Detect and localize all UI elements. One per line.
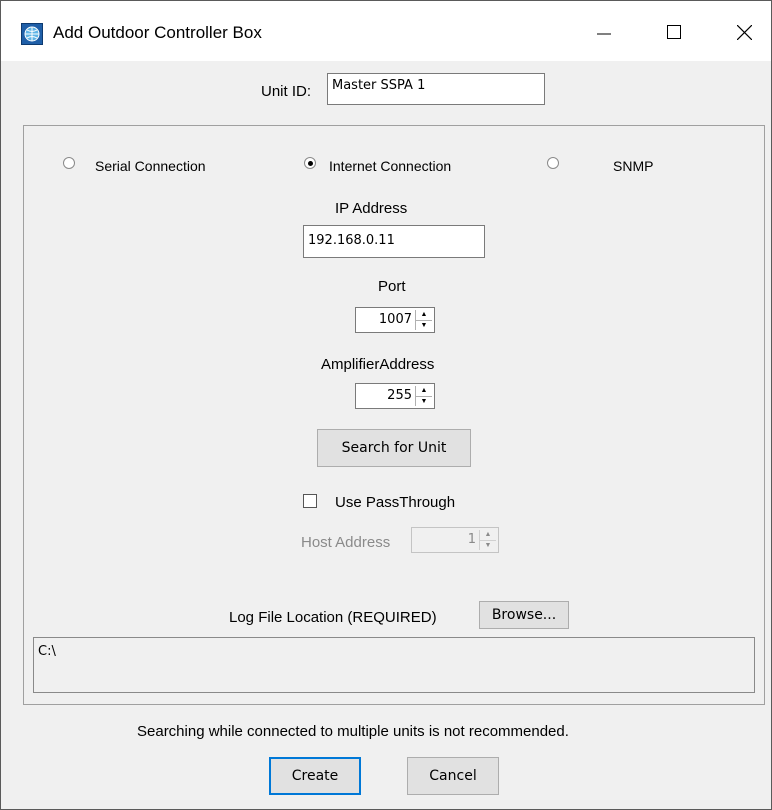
log-file-path-field[interactable]: C:\ bbox=[33, 637, 755, 693]
close-button[interactable] bbox=[721, 13, 767, 51]
search-for-unit-button[interactable]: Search for Unit bbox=[317, 429, 471, 467]
maximize-button[interactable] bbox=[651, 13, 697, 51]
amplifier-address-value: 255 bbox=[387, 388, 412, 403]
maximize-icon bbox=[667, 25, 681, 39]
use-passthrough-checkbox[interactable] bbox=[303, 494, 317, 508]
network-icon bbox=[21, 23, 43, 45]
amplifier-address-stepper[interactable]: 255 ▲ ▼ bbox=[355, 383, 435, 409]
warning-text: Searching while connected to multiple un… bbox=[137, 723, 569, 740]
use-passthrough-label: Use PassThrough bbox=[335, 494, 456, 511]
create-button[interactable]: Create bbox=[269, 757, 361, 795]
host-address-value: 1 bbox=[467, 532, 476, 547]
unit-id-input[interactable]: Master SSPA 1 bbox=[327, 73, 545, 105]
minimize-button[interactable] bbox=[581, 13, 627, 51]
internet-connection-radio[interactable] bbox=[304, 157, 316, 169]
window-title: Add Outdoor Controller Box bbox=[53, 23, 262, 42]
down-arrow-icon[interactable]: ▼ bbox=[416, 319, 432, 331]
host-address-stepper[interactable]: 1 ▲ ▼ bbox=[411, 527, 499, 553]
browse-button[interactable]: Browse... bbox=[479, 601, 569, 629]
up-arrow-icon[interactable]: ▲ bbox=[480, 530, 496, 540]
snmp-radio[interactable] bbox=[547, 157, 559, 169]
up-arrow-icon[interactable]: ▲ bbox=[416, 310, 432, 320]
ip-address-label: IP Address bbox=[335, 200, 408, 217]
log-file-label: Log File Location (REQUIRED) bbox=[229, 609, 437, 626]
port-value: 1007 bbox=[378, 312, 412, 327]
down-arrow-icon[interactable]: ▼ bbox=[416, 395, 432, 407]
port-stepper[interactable]: 1007 ▲ ▼ bbox=[355, 307, 435, 333]
up-arrow-icon[interactable]: ▲ bbox=[416, 386, 432, 396]
cancel-button[interactable]: Cancel bbox=[407, 757, 499, 795]
down-arrow-icon[interactable]: ▼ bbox=[480, 539, 496, 551]
serial-connection-label: Serial Connection bbox=[95, 158, 206, 174]
unit-id-label: Unit ID: bbox=[261, 83, 312, 100]
host-address-label: Host Address bbox=[301, 534, 391, 551]
serial-connection-radio[interactable] bbox=[63, 157, 75, 169]
amplifier-address-label: AmplifierAddress bbox=[321, 356, 435, 373]
title-bar: Add Outdoor Controller Box bbox=[1, 1, 771, 61]
close-icon bbox=[736, 24, 752, 40]
dialog-window: Add Outdoor Controller Box Unit ID: Mast… bbox=[0, 0, 772, 810]
ip-address-input[interactable]: 192.168.0.11 bbox=[303, 225, 485, 258]
snmp-label: SNMP bbox=[613, 158, 654, 174]
minimize-icon bbox=[597, 33, 611, 35]
port-label: Port bbox=[378, 278, 406, 295]
internet-connection-label: Internet Connection bbox=[329, 158, 452, 174]
